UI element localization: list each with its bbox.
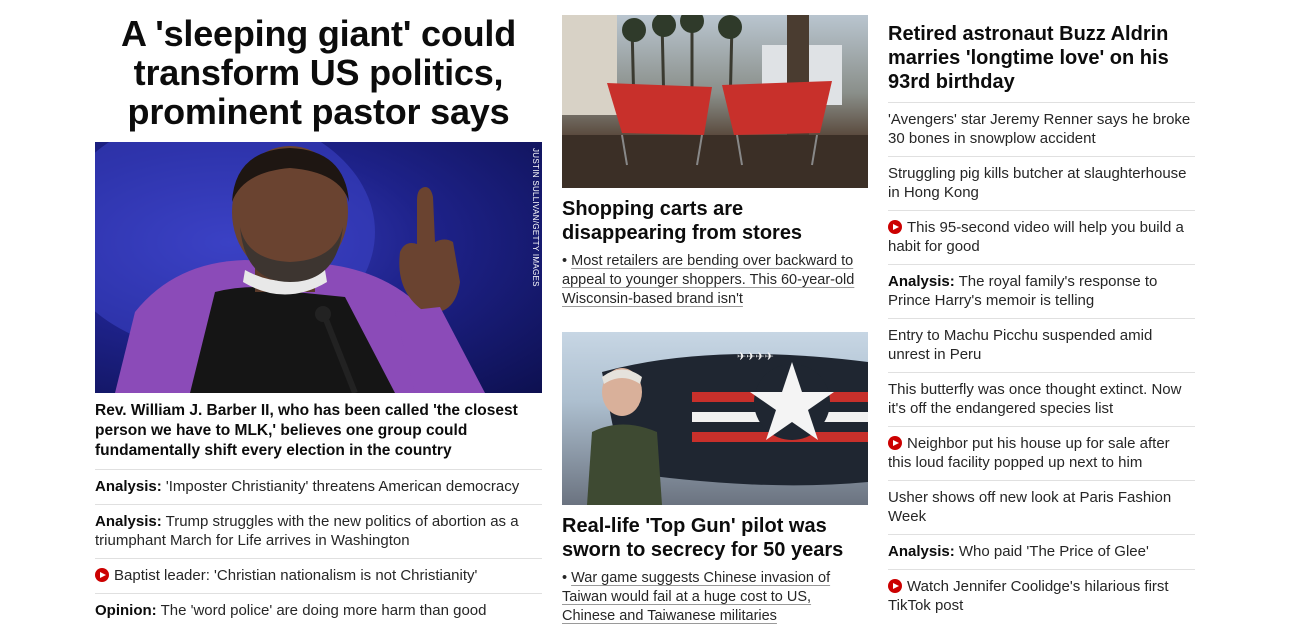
svg-text:✈✈✈✈: ✈✈✈✈ <box>737 350 774 363</box>
link-text: Struggling pig kills butcher at slaughte… <box>888 165 1187 201</box>
lead-related-links: Analysis: 'Imposter Christianity' threat… <box>95 470 542 628</box>
lead-headline[interactable]: A 'sleeping giant' could transform US po… <box>95 14 542 140</box>
related-link[interactable]: Opinion: The 'word police' are doing mor… <box>95 594 542 628</box>
list-item[interactable]: Struggling pig kills butcher at slaughte… <box>888 157 1195 211</box>
headline-list: Retired astronaut Buzz Aldrin marries 'l… <box>888 0 1195 623</box>
link-prefix: Analysis: <box>888 543 955 560</box>
subhead-link-text: Most retailers are bending over backward… <box>562 253 855 307</box>
link-text: Baptist leader: 'Christian nationalism i… <box>114 567 478 584</box>
shopping-carts-image[interactable] <box>562 15 868 188</box>
list-item[interactable]: Entry to Machu Picchu suspended amid unr… <box>888 319 1195 373</box>
pilot-photo: ✈✈✈✈ <box>587 350 868 505</box>
bullet-dot: • <box>562 253 568 269</box>
lead-image[interactable]: JUSTIN SULLIVAN/GETTY IMAGES <box>95 142 542 393</box>
shopping-carts-subhead[interactable]: • Most retailers are bending over backwa… <box>562 252 868 309</box>
link-prefix: Analysis: <box>95 513 162 530</box>
list-item[interactable]: Analysis: The royal family's response to… <box>888 265 1195 319</box>
image-credit: JUSTIN SULLIVAN/GETTY IMAGES <box>531 148 540 287</box>
link-text: The 'word police' are doing more harm th… <box>160 602 487 619</box>
list-item[interactable]: This butterfly was once thought extinct.… <box>888 373 1195 427</box>
top-gun-headline[interactable]: Real-life 'Top Gun' pilot was sworn to s… <box>562 514 868 562</box>
related-link[interactable]: Baptist leader: 'Christian nationalism i… <box>95 559 542 594</box>
video-play-icon <box>888 436 902 450</box>
link-prefix: Analysis: <box>888 273 955 290</box>
video-play-icon <box>888 220 902 234</box>
link-text: Neighbor put his house up for sale after… <box>888 435 1170 471</box>
link-text: This butterfly was once thought extinct.… <box>888 381 1182 417</box>
subhead-link-text: War game suggests Chinese invasion of Ta… <box>562 570 831 624</box>
link-text: Entry to Machu Picchu suspended amid unr… <box>888 327 1153 363</box>
lead-story: A 'sleeping giant' could transform US po… <box>95 0 542 628</box>
list-item[interactable]: Usher shows off new look at Paris Fashio… <box>888 481 1195 535</box>
link-text: Watch Jennifer Coolidge's hilarious firs… <box>888 578 1169 614</box>
video-play-icon <box>95 568 109 582</box>
link-text: 'Imposter Christianity' threatens Americ… <box>165 478 520 495</box>
shopping-carts-photo <box>562 15 868 188</box>
top-gun-subhead[interactable]: • War game suggests Chinese invasion of … <box>562 569 868 626</box>
link-text: 'Avengers' star Jeremy Renner says he br… <box>888 111 1191 147</box>
more-headlines: 'Avengers' star Jeremy Renner says he br… <box>888 103 1195 623</box>
link-text: Who paid 'The Price of Glee' <box>958 543 1149 560</box>
link-text: Usher shows off new look at Paris Fashio… <box>888 489 1172 525</box>
list-item[interactable]: Analysis: Who paid 'The Price of Glee' <box>888 535 1195 570</box>
top-gun-image[interactable]: ✈✈✈✈ <box>562 332 868 505</box>
list-item[interactable]: This 95-second video will help you build… <box>888 211 1195 265</box>
video-play-icon <box>888 579 902 593</box>
link-prefix: Opinion: <box>95 602 157 619</box>
bullet-dot: • <box>562 570 568 586</box>
pastor-photo <box>95 142 485 393</box>
buzz-aldrin-headline[interactable]: Retired astronaut Buzz Aldrin marries 'l… <box>888 22 1195 103</box>
related-link[interactable]: Analysis: Trump struggles with the new p… <box>95 505 542 559</box>
secondary-stories: Shopping carts are disappearing from sto… <box>562 0 868 626</box>
link-text: This 95-second video will help you build… <box>888 219 1184 255</box>
list-item[interactable]: 'Avengers' star Jeremy Renner says he br… <box>888 103 1195 157</box>
list-item[interactable]: Watch Jennifer Coolidge's hilarious firs… <box>888 570 1195 623</box>
related-link[interactable]: Analysis: 'Imposter Christianity' threat… <box>95 470 542 505</box>
shopping-carts-headline[interactable]: Shopping carts are disappearing from sto… <box>562 197 868 245</box>
list-item[interactable]: Neighbor put his house up for sale after… <box>888 427 1195 481</box>
link-prefix: Analysis: <box>95 478 162 495</box>
lead-caption[interactable]: Rev. William J. Barber II, who has been … <box>95 401 542 470</box>
